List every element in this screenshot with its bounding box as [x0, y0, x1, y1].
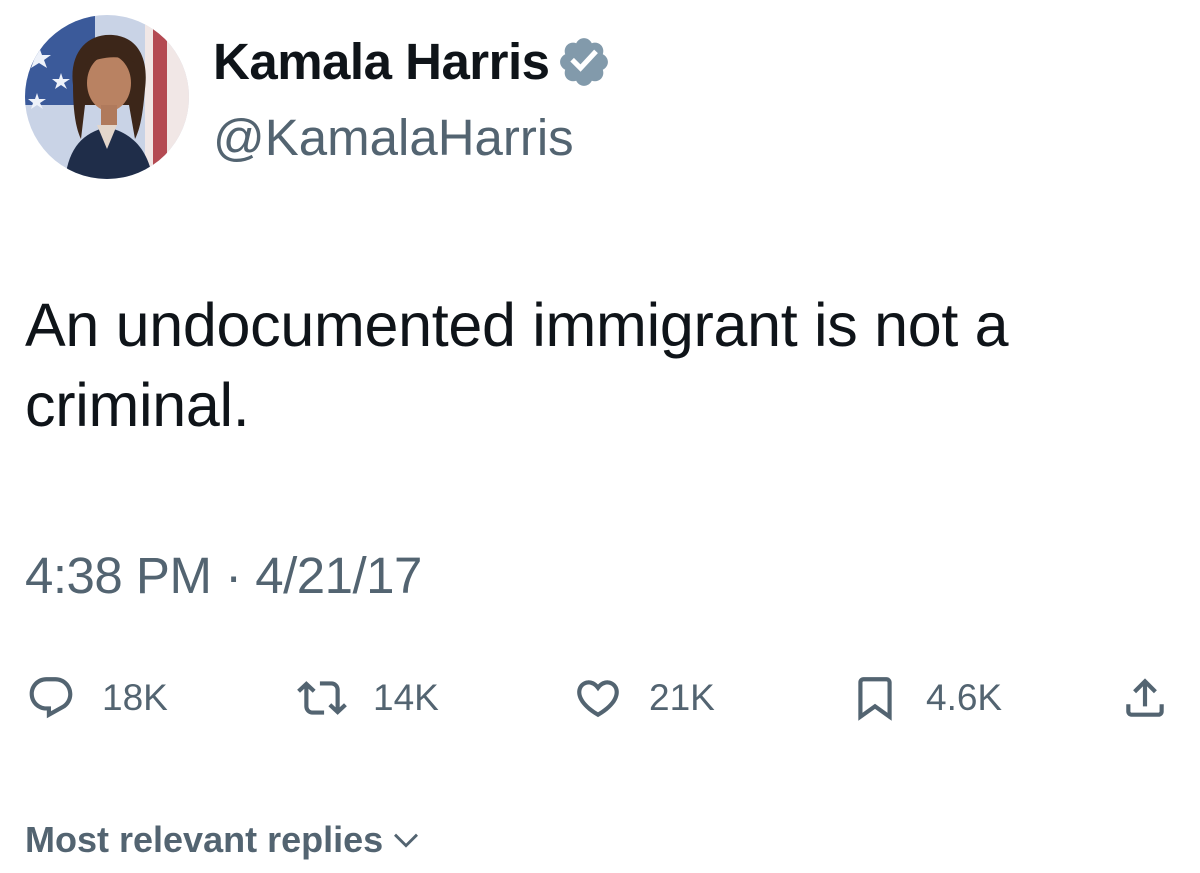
retweet-button[interactable]: 14K — [297, 672, 439, 724]
reply-count: 18K — [102, 677, 168, 718]
avatar[interactable] — [25, 15, 189, 179]
bookmark-count: 4.6K — [926, 677, 1003, 718]
retweet-count: 14K — [373, 677, 439, 718]
heart-icon — [577, 680, 619, 718]
author-handle[interactable]: @KamalaHarris — [213, 108, 574, 168]
verified-badge-icon[interactable] — [556, 34, 612, 90]
replies-sort-dropdown[interactable]: Most relevant replies — [25, 815, 423, 865]
reply-button[interactable]: 18K — [26, 672, 168, 724]
author-display-name[interactable]: Kamala Harris — [213, 32, 612, 92]
chevron-down-icon — [389, 823, 423, 857]
reply-icon — [29, 677, 73, 719]
like-count: 21K — [649, 677, 715, 718]
share-button[interactable] — [1120, 672, 1170, 724]
replies-sort-label: Most relevant replies — [25, 819, 384, 860]
bookmark-button[interactable]: 4.6K — [850, 672, 1002, 724]
retweet-icon — [297, 681, 347, 715]
like-button[interactable]: 21K — [573, 672, 715, 724]
bookmark-icon — [858, 677, 892, 721]
profile-photo — [25, 15, 189, 179]
share-icon — [1126, 678, 1164, 717]
tweet-text: An undocumented immigrant is not a crimi… — [25, 291, 1009, 439]
author-name-text[interactable]: Kamala Harris — [213, 32, 550, 92]
tweet-timestamp[interactable]: 4:38 PM · 4/21/17 — [25, 546, 422, 606]
